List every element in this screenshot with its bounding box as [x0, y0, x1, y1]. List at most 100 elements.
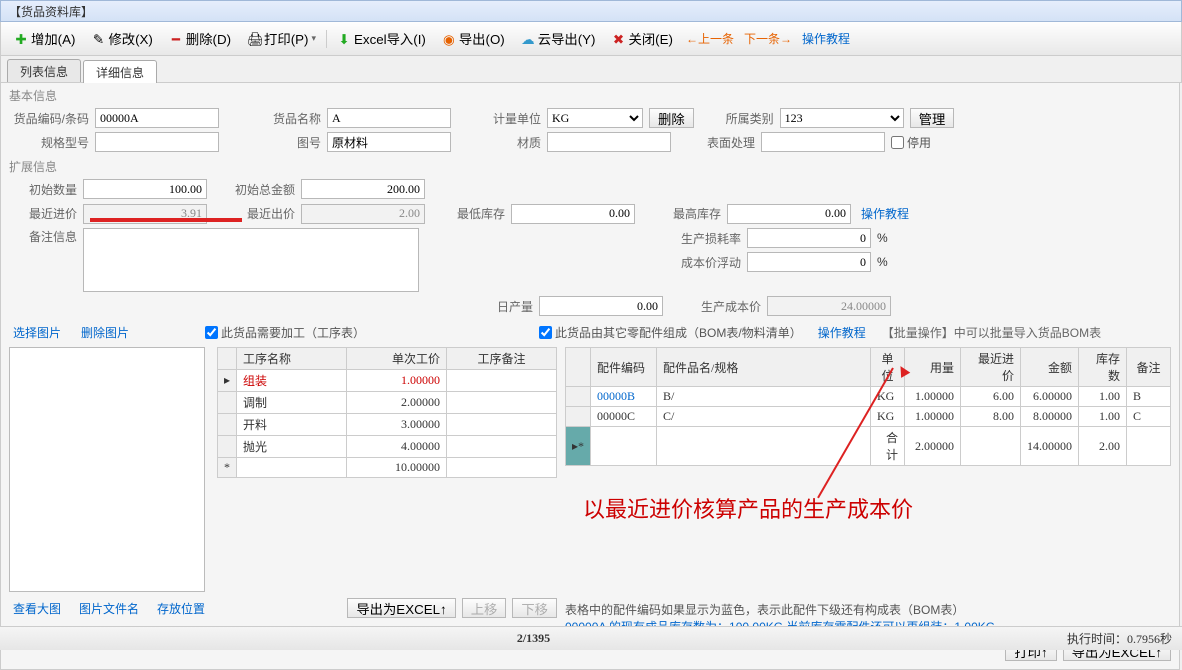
panel-body: 基本信息 货品编码/条码 货品名称 计量单位 KG 删除 所属类别 123 管理…	[0, 83, 1180, 670]
new-row-icon[interactable]: ▸*	[566, 427, 591, 466]
surface-label: 表面处理	[697, 134, 755, 151]
next-record-link[interactable]: 下一条→	[740, 28, 796, 49]
tab-list-info[interactable]: 列表信息	[7, 59, 81, 82]
move-up-button[interactable]: 上移	[462, 598, 507, 618]
print-button[interactable]: 🖨打印(P) ▾	[240, 26, 323, 51]
close-icon: ✖	[612, 32, 626, 46]
bom-table[interactable]: 配件编码 配件品名/规格 单位 用量 最近进价 金额 库存数 备注 00000B…	[565, 347, 1171, 466]
close-button[interactable]: ✖关闭(E)	[605, 26, 680, 51]
category-label: 所属类别	[716, 110, 774, 127]
ext-tutorial-link[interactable]: 操作教程	[857, 203, 913, 224]
move-down-button[interactable]: 下移	[512, 598, 557, 618]
last-in-price-label: 最近进价	[9, 205, 77, 222]
tab-detail-info[interactable]: 详细信息	[83, 60, 157, 83]
batch-note: 【批量操作】中可以批量导入货品BOM表	[882, 324, 1101, 341]
select-pic-link[interactable]: 选择图片	[9, 322, 65, 343]
category-select[interactable]: 123	[780, 108, 904, 128]
max-stock-input[interactable]	[727, 204, 851, 224]
dropdown-icon: ▾	[311, 33, 316, 44]
edit-button[interactable]: ✎修改(X)	[84, 26, 159, 51]
prev-record-link[interactable]: ←上一条	[682, 28, 738, 49]
bom-col-code: 配件编码	[591, 348, 657, 387]
tabstrip: 列表信息 详细信息	[0, 56, 1182, 83]
min-stock-input[interactable]	[511, 204, 635, 224]
separator	[326, 30, 327, 48]
print-icon: 🖨	[247, 32, 261, 46]
bom-col-price: 最近进价	[961, 348, 1021, 387]
del-pic-link[interactable]: 删除图片	[77, 322, 133, 343]
bom-col-name: 配件品名/规格	[657, 348, 871, 387]
remark-textarea[interactable]	[83, 228, 419, 292]
cloud-export-button[interactable]: ☁云导出(Y)	[514, 26, 603, 51]
plus-icon: ✚	[14, 32, 28, 46]
cloud-icon: ☁	[521, 32, 535, 46]
export-excel-button[interactable]: 导出为EXCEL↑	[347, 598, 455, 618]
prod-cost-input	[767, 296, 891, 316]
code-label: 货品编码/条码	[9, 110, 89, 127]
table-row: 抛光4.00000	[218, 436, 557, 458]
bom-col-remark: 备注	[1127, 348, 1171, 387]
percent-label-2: %	[877, 255, 888, 269]
drawing-input[interactable]	[327, 132, 451, 152]
annotation-text: 以最近进价核算产品的生产成本价	[583, 492, 913, 524]
proc-col-name: 工序名称	[237, 348, 347, 370]
new-row-icon[interactable]: *	[218, 458, 237, 478]
toolbar: ✚增加(A) ✎修改(X) ━删除(D) 🖨打印(P) ▾ ⬇Excel导入(I…	[0, 22, 1182, 56]
proc-col-price: 单次工价	[347, 348, 447, 370]
pic-filename-link[interactable]: 图片文件名	[75, 598, 143, 619]
material-label: 材质	[483, 134, 541, 151]
ext-info-title: 扩展信息	[9, 158, 1171, 175]
annotation-underline	[90, 218, 242, 222]
code-input[interactable]	[95, 108, 219, 128]
mid-strip: 选择图片 删除图片 此货品需要加工（工序表） 此货品由其它零配件组成（BOM表/…	[9, 322, 1171, 343]
init-qty-label: 初始数量	[9, 181, 77, 198]
percent-label: %	[877, 231, 888, 245]
exec-time: 执行时间：0.7956秒	[1067, 630, 1182, 647]
window-title-bar: 【货品资料库】	[0, 0, 1182, 22]
category-manage-button[interactable]: 管理	[910, 108, 955, 128]
view-big-link[interactable]: 查看大图	[9, 598, 65, 619]
unit-select[interactable]: KG	[547, 108, 643, 128]
bom-col-amount: 金额	[1021, 348, 1079, 387]
name-input[interactable]	[327, 108, 451, 128]
image-box[interactable]	[9, 347, 205, 592]
add-button[interactable]: ✚增加(A)	[7, 26, 82, 51]
table-row: 开料3.00000	[218, 414, 557, 436]
has-bom-checkbox[interactable]: 此货品由其它零配件组成（BOM表/物料清单）	[539, 324, 802, 341]
init-amt-label: 初始总金额	[231, 181, 295, 198]
stop-checkbox[interactable]: 停用	[891, 134, 931, 151]
table-total-row: ▸*合计2.0000014.000002.00	[566, 427, 1171, 466]
page-indicator: 2/1395	[0, 631, 1067, 646]
download-icon: ⬇	[337, 32, 351, 46]
loss-rate-label: 生产损耗率	[671, 230, 741, 247]
basic-info-group: 基本信息 货品编码/条码 货品名称 计量单位 KG 删除 所属类别 123 管理…	[9, 87, 1171, 152]
init-amt-input[interactable]	[301, 179, 425, 199]
prod-cost-label: 生产成本价	[691, 298, 761, 315]
day-output-input[interactable]	[539, 296, 663, 316]
table-row: 00000BB/KG1.000006.006.000001.00B	[566, 387, 1171, 407]
surface-input[interactable]	[761, 132, 885, 152]
excel-import-button[interactable]: ⬇Excel导入(I)	[330, 26, 433, 51]
init-qty-input[interactable]	[83, 179, 207, 199]
delete-button[interactable]: ━删除(D)	[162, 26, 238, 51]
loss-rate-input[interactable]	[747, 228, 871, 248]
spec-input[interactable]	[95, 132, 219, 152]
bom-tutorial-link[interactable]: 操作教程	[814, 322, 870, 343]
basic-info-title: 基本信息	[9, 87, 1171, 104]
table-row: ▸组装1.00000	[218, 370, 557, 392]
storage-loc-link[interactable]: 存放位置	[153, 598, 209, 619]
edit-icon: ✎	[91, 32, 105, 46]
bom-col-qty: 用量	[905, 348, 961, 387]
cost-float-input[interactable]	[747, 252, 871, 272]
proc-col-remark: 工序备注	[447, 348, 557, 370]
unit-delete-button[interactable]: 删除	[649, 108, 694, 128]
name-label: 货品名称	[263, 110, 321, 127]
need-process-checkbox[interactable]: 此货品需要加工（工序表）	[205, 324, 365, 341]
unit-label: 计量单位	[483, 110, 541, 127]
process-table[interactable]: 工序名称单次工价工序备注 ▸组装1.00000 调制2.00000 开料3.00…	[217, 347, 557, 478]
export-button[interactable]: ◉导出(O)	[435, 26, 512, 51]
row-selector-icon[interactable]: ▸	[218, 370, 237, 392]
material-input[interactable]	[547, 132, 671, 152]
day-output-label: 日产量	[475, 298, 533, 315]
tutorial-link[interactable]: 操作教程	[798, 28, 854, 49]
